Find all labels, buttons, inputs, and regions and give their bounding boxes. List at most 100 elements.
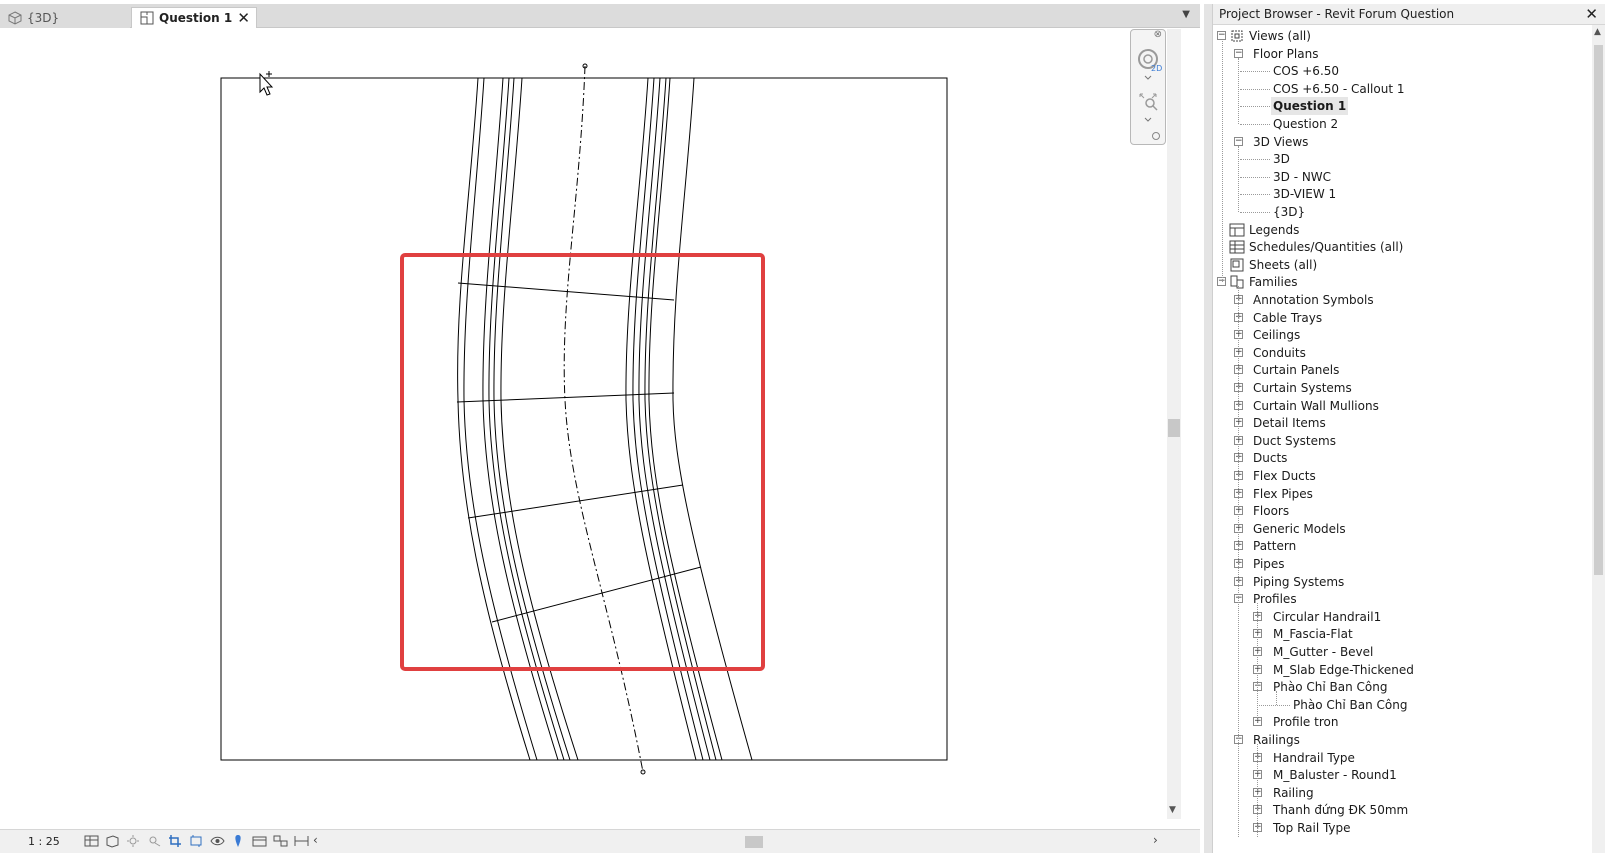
tree-item[interactable]: Schedules/Quantities (all) <box>1213 238 1593 256</box>
collapse-icon[interactable]: − <box>1234 48 1243 58</box>
canvas-horizontal-scroll-thumb[interactable] <box>745 836 763 848</box>
tree-item[interactable]: Question 2 <box>1213 115 1593 133</box>
tree-item[interactable]: + Ceilings <box>1213 326 1593 344</box>
scroll-down-icon[interactable]: ▼ <box>1169 805 1176 815</box>
tree-item[interactable]: + Duct Systems <box>1213 432 1593 450</box>
detail-level-icon[interactable] <box>84 834 99 848</box>
close-icon[interactable]: ✕ <box>1585 4 1598 25</box>
tree-item[interactable]: + M_Gutter - Bevel <box>1213 643 1593 661</box>
collapse-icon[interactable]: − <box>1234 136 1243 146</box>
tree-guide-line <box>1238 145 1239 212</box>
tab-3d[interactable]: {3D} <box>0 7 130 28</box>
collapse-icon[interactable]: − <box>1217 31 1226 40</box>
tree-item-label: 3D-VIEW 1 <box>1273 187 1337 202</box>
tree-item[interactable]: + Curtain Wall Mullions <box>1213 397 1593 415</box>
tree-item[interactable]: + Profile tron <box>1213 713 1593 731</box>
tree-item-label: Thanh đứng ĐK 50mm <box>1273 803 1409 818</box>
tree-item-label: Floors <box>1253 504 1290 519</box>
worksharing-display-icon[interactable] <box>273 834 288 848</box>
temporary-hide-icon[interactable] <box>210 834 225 848</box>
visual-style-icon[interactable] <box>105 834 120 848</box>
tree-connector <box>1240 71 1270 73</box>
tree-item[interactable]: + Generic Models <box>1213 520 1593 538</box>
tree-item-label: Profiles <box>1253 592 1297 607</box>
tree-item[interactable]: COS +6.50 <box>1213 62 1593 80</box>
revit-window: {3D} Question 1 ✕ ▼ ⊗ 2D ▼ 1: 25 ‹ › Pr… <box>0 0 1605 853</box>
tree-item[interactable]: − Phào Chỉ Ban Công <box>1213 678 1593 696</box>
tree-guide-line <box>1238 286 1239 837</box>
shadows-icon[interactable] <box>147 834 162 848</box>
tree-item[interactable]: Phào Chỉ Ban Công <box>1213 696 1593 714</box>
tree-item[interactable]: + Thanh đứng ĐK 50mm <box>1213 801 1593 819</box>
tree-item[interactable]: + Circular Handrail1 <box>1213 608 1593 626</box>
project-browser-title: Project Browser - Revit Forum Question ✕ <box>1213 4 1605 25</box>
tree-item[interactable]: + Flex Ducts <box>1213 467 1593 485</box>
tree-item[interactable]: Question 1 <box>1213 97 1593 116</box>
cube-icon <box>8 10 22 25</box>
tree-item[interactable]: + Detail Items <box>1213 414 1593 432</box>
tab-overflow-icon[interactable]: ▼ <box>1182 9 1190 20</box>
tree-item[interactable]: + Pipes <box>1213 555 1593 573</box>
floor-plan-drawing[interactable] <box>0 29 1183 825</box>
reveal-constraints-icon[interactable] <box>294 834 309 848</box>
tree-item[interactable]: 3D <box>1213 150 1593 168</box>
zoom-icon[interactable] <box>1134 88 1164 122</box>
tree-item[interactable]: + Flex Pipes <box>1213 485 1593 503</box>
crop-region[interactable] <box>220 77 948 761</box>
crop-view-icon[interactable] <box>168 834 183 848</box>
tree-item[interactable]: + Top Rail Type <box>1213 819 1593 837</box>
tree-item[interactable]: − Floor Plans <box>1213 45 1593 63</box>
scroll-up-icon[interactable]: ▲ <box>1594 27 1601 37</box>
nav-bar-close-icon[interactable]: ⊗ <box>1154 29 1162 40</box>
tree-item-label: Detail Items <box>1253 416 1326 431</box>
tree-item[interactable]: 3D-VIEW 1 <box>1213 185 1593 203</box>
tree-item[interactable]: + M_Fascia-Flat <box>1213 625 1593 643</box>
tree-item[interactable]: −3D Views <box>1213 133 1593 151</box>
tree-item[interactable]: + Curtain Systems <box>1213 379 1593 397</box>
drawing-canvas[interactable]: ⊗ 2D <box>0 29 1183 825</box>
navigation-bar[interactable]: ⊗ 2D <box>1130 29 1166 145</box>
tree-item[interactable]: + M_Baluster - Round1 <box>1213 766 1593 784</box>
browser-vertical-scrollbar[interactable]: ▲ <box>1592 25 1605 853</box>
nav-bar-options-icon[interactable] <box>1151 131 1161 141</box>
close-icon[interactable]: ✕ <box>237 9 250 27</box>
tab-question-1[interactable]: Question 1 ✕ <box>131 7 257 28</box>
canvas-horizontal-scrollbar[interactable] <box>325 836 1180 848</box>
tree-item[interactable]: + Curtain Panels <box>1213 361 1593 379</box>
tree-item[interactable]: + Railing <box>1213 784 1593 802</box>
tree-item[interactable]: 3D - NWC <box>1213 168 1593 186</box>
tree-item[interactable]: − Railings <box>1213 731 1593 749</box>
canvas-vertical-scroll-thumb[interactable] <box>1168 419 1180 437</box>
tree-item[interactable]: + Ducts <box>1213 449 1593 467</box>
view-scale[interactable]: 1 : 25 <box>28 835 60 848</box>
tree-item[interactable]: + Conduits <box>1213 344 1593 362</box>
tree-item[interactable]: + Pattern <box>1213 537 1593 555</box>
temporary-view-properties-icon[interactable] <box>252 834 267 848</box>
tree-item-label: Families <box>1249 275 1298 290</box>
tree-item[interactable]: + M_Slab Edge-Thickened <box>1213 661 1593 679</box>
tree-item[interactable]: COS +6.50 - Callout 1 <box>1213 80 1593 98</box>
tree-item[interactable]: + Handrail Type <box>1213 749 1593 767</box>
scroll-right-icon[interactable]: › <box>1153 833 1158 847</box>
steering-wheel-icon[interactable]: 2D <box>1134 44 1164 80</box>
tree-item[interactable]: + Piping Systems <box>1213 573 1593 591</box>
tree-item[interactable]: {3D} <box>1213 203 1593 221</box>
tree-connector <box>1259 704 1290 706</box>
tree-item[interactable]: + Floors <box>1213 502 1593 520</box>
browser-vertical-scroll-thumb[interactable] <box>1594 45 1603 575</box>
panel-splitter[interactable] <box>1204 4 1212 853</box>
tab-question-1-label: Question 1 <box>159 11 233 25</box>
canvas-vertical-scrollbar[interactable]: ▼ <box>1167 29 1181 819</box>
tree-item[interactable]: − Families <box>1213 273 1593 291</box>
show-crop-region-icon[interactable] <box>189 834 204 848</box>
tree-item[interactable]: Legends <box>1213 221 1593 239</box>
scroll-left-icon[interactable]: ‹ <box>313 833 318 847</box>
tree-item[interactable]: Sheets (all) <box>1213 256 1593 274</box>
tree-item-label: Legends <box>1249 222 1300 237</box>
tree-item[interactable]: + Annotation Symbols <box>1213 291 1593 309</box>
tree-item[interactable]: − Views (all) <box>1213 27 1593 45</box>
sun-path-icon[interactable] <box>126 834 141 848</box>
tree-item[interactable]: + Cable Trays <box>1213 309 1593 327</box>
reveal-hidden-icon[interactable] <box>231 834 246 848</box>
tree-item[interactable]: − Profiles <box>1213 590 1593 608</box>
